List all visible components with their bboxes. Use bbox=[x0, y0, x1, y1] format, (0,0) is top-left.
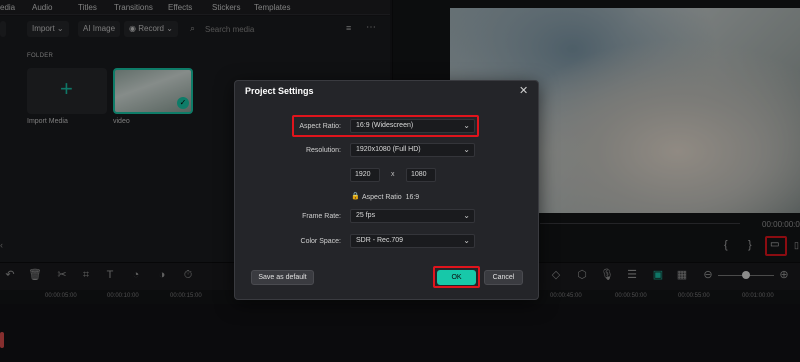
aspect-ratio-select[interactable]: 16:9 (Widescreen) ⌄ bbox=[350, 119, 475, 133]
frame-rate-select[interactable]: 25 fps ⌄ bbox=[350, 209, 475, 223]
lock-icon[interactable]: 🔒 bbox=[351, 192, 360, 200]
project-settings-dialog bbox=[234, 80, 539, 300]
dialog-title: Project Settings bbox=[245, 86, 314, 96]
dimension-separator: x bbox=[391, 171, 395, 178]
chevron-down-icon: ⌄ bbox=[463, 145, 470, 154]
close-icon[interactable]: ✕ bbox=[519, 84, 528, 97]
lock-aspect-label: Aspect Ratio bbox=[362, 194, 402, 201]
save-as-default-button[interactable]: Save as default bbox=[251, 270, 314, 285]
aspect-ratio-value: 16:9 (Widescreen) bbox=[356, 122, 414, 129]
height-input[interactable]: 1080 bbox=[406, 168, 436, 182]
frame-rate-value: 25 fps bbox=[356, 212, 376, 219]
resolution-value: 1920x1080 (Full HD) bbox=[356, 146, 421, 153]
cancel-button[interactable]: Cancel bbox=[484, 270, 523, 285]
chevron-down-icon: ⌄ bbox=[463, 211, 470, 220]
color-space-value: SDR - Rec.709 bbox=[356, 237, 404, 244]
chevron-down-icon: ⌄ bbox=[463, 121, 470, 130]
resolution-select[interactable]: 1920x1080 (Full HD) ⌄ bbox=[350, 143, 475, 157]
ok-button[interactable]: OK bbox=[437, 270, 476, 285]
color-space-label: Color Space: bbox=[300, 238, 341, 245]
color-space-select[interactable]: SDR - Rec.709 ⌄ bbox=[350, 234, 475, 248]
lock-aspect-ratio: Aspect Ratio 16:9 bbox=[362, 194, 419, 201]
chevron-down-icon: ⌄ bbox=[463, 236, 470, 245]
aspect-ratio-label: Aspect Ratio: bbox=[299, 123, 341, 130]
resolution-label: Resolution: bbox=[305, 147, 341, 154]
frame-rate-label: Frame Rate: bbox=[302, 213, 341, 220]
lock-aspect-value: 16:9 bbox=[405, 194, 420, 201]
width-input[interactable]: 1920 bbox=[350, 168, 380, 182]
